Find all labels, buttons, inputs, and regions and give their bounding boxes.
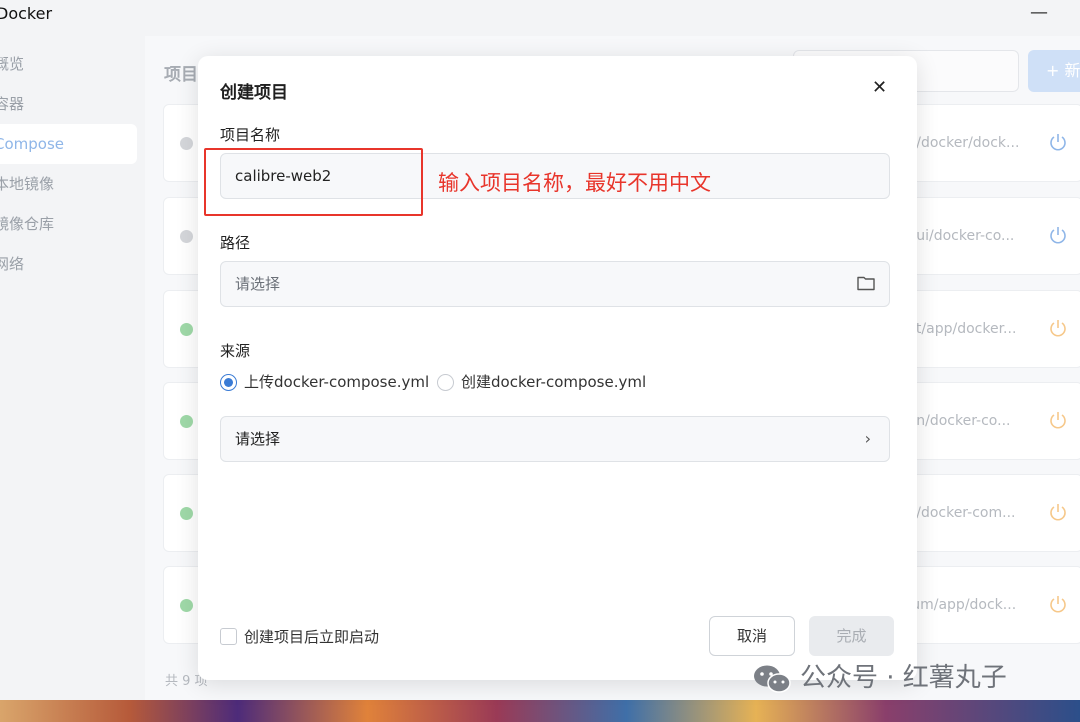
path-label: 路径 [220, 234, 251, 252]
dialog-title: 创建项目 [220, 83, 288, 103]
sidebar-item-containers[interactable]: 容器 [0, 84, 137, 124]
compose-file-select[interactable]: 请选择 › [220, 416, 890, 462]
sidebar-item-network[interactable]: 网络 [0, 244, 137, 284]
autostart-checkbox[interactable] [220, 628, 237, 645]
title-bar: Docker — [0, 0, 1080, 36]
power-icon[interactable] [1048, 225, 1068, 245]
app-title: Docker [0, 4, 53, 23]
close-icon[interactable]: ✕ [872, 78, 887, 98]
watermark-text: 公众号 · 红薯丸子 [800, 663, 1007, 693]
minimize-icon[interactable]: — [1030, 2, 1048, 23]
source-label: 来源 [220, 342, 251, 360]
sidebar-item-compose[interactable]: Compose [0, 124, 137, 164]
sidebar-item-image-registry[interactable]: 镜像仓库 [0, 204, 137, 244]
done-button[interactable]: 完成 [809, 616, 894, 656]
page-title: 项目 [164, 65, 198, 85]
power-icon[interactable] [1048, 132, 1068, 152]
radio-upload-compose[interactable]: 上传docker-compose.yml [220, 372, 430, 394]
cancel-button[interactable]: 取消 [709, 616, 795, 656]
radio-circle [437, 374, 454, 391]
power-icon[interactable] [1048, 594, 1068, 614]
power-icon[interactable] [1048, 502, 1068, 522]
compose-file-placeholder: 请选择 [235, 430, 281, 448]
status-dot [180, 230, 193, 243]
radio-circle-checked [220, 374, 237, 391]
annotation-highlight-box [204, 148, 423, 216]
wechat-icon [754, 665, 791, 693]
desktop-wallpaper [0, 700, 1080, 722]
chevron-right-icon: › [864, 429, 871, 448]
power-icon[interactable] [1048, 318, 1068, 338]
status-dot [180, 323, 193, 336]
sidebar-item-local-images[interactable]: 本地镜像 [0, 164, 137, 204]
folder-icon[interactable] [857, 275, 875, 291]
autostart-label[interactable]: 创建项目后立即启动 [244, 626, 379, 647]
sidebar: 概览 容器 Compose 本地镜像 镜像仓库 网络 [0, 36, 145, 700]
status-dot [180, 507, 193, 520]
annotation-text: 输入项目名称，最好不用中文 [438, 171, 711, 195]
power-icon[interactable] [1048, 410, 1068, 430]
project-name-label: 项目名称 [220, 126, 281, 144]
path-select[interactable]: 请选择 [220, 261, 890, 307]
status-dot [180, 415, 193, 428]
new-project-button[interactable]: + 新 [1028, 50, 1080, 92]
status-dot [180, 137, 193, 150]
radio-create-compose[interactable]: 创建docker-compose.yml [437, 372, 647, 394]
path-placeholder: 请选择 [235, 275, 281, 293]
status-dot [180, 599, 193, 612]
sidebar-item-overview[interactable]: 概览 [0, 44, 137, 84]
